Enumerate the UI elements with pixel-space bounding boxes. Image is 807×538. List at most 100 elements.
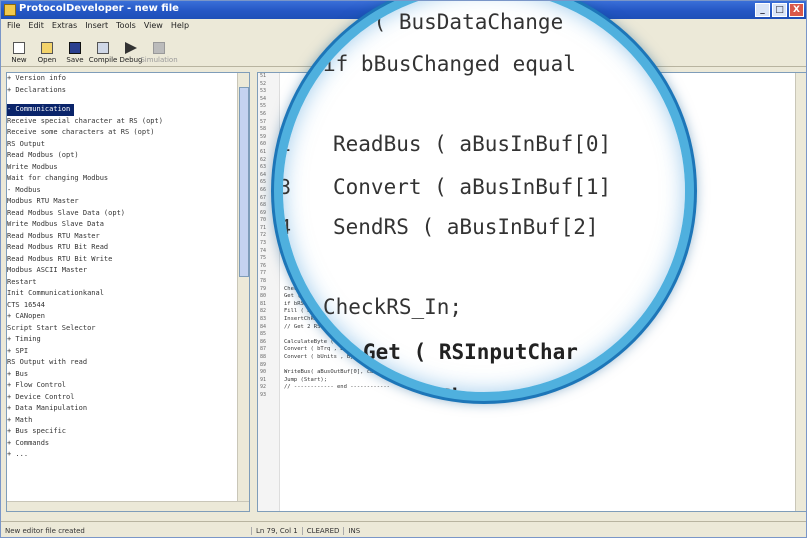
tree-item[interactable]: + Bus specific — [7, 426, 249, 438]
tree-item[interactable]: + Version info — [7, 73, 249, 85]
menu-tools[interactable]: Tools — [116, 19, 136, 33]
tree-item-label: Read Modbus RTU Bit Write — [7, 254, 113, 263]
tree-item-label: CTS 16544 — [7, 300, 45, 309]
menu-insert[interactable]: Insert — [85, 19, 108, 33]
magnified-line-number: 4 — [279, 215, 292, 239]
tree-item-label: Write Modbus Slave Data — [7, 220, 104, 228]
tree-item[interactable]: Receive some characters at RS (opt) — [7, 127, 249, 139]
minimize-button[interactable]: _ — [755, 3, 770, 17]
command-tree[interactable]: + Version info + Declarations - Communicat… — [6, 72, 250, 512]
tree-item-label: - Modbus — [7, 185, 41, 194]
tree-item-label: RS Output with read — [7, 358, 88, 366]
tree-vertical-scrollbar[interactable] — [237, 73, 249, 511]
tree-item[interactable]: + SPI — [7, 346, 249, 358]
tree-item[interactable]: - Communication — [7, 96, 249, 116]
tree-item[interactable]: Wait for changing Modbus — [7, 173, 249, 185]
line-number: 59 — [260, 133, 267, 140]
tree-item[interactable]: + Commands — [7, 438, 249, 450]
tree-horizontal-scrollbar[interactable] — [7, 501, 249, 511]
tree-item[interactable]: + Math — [7, 415, 249, 427]
open-label: Open — [37, 56, 57, 64]
tree-item-label: Read Modbus RTU Bit Read — [7, 243, 109, 251]
tree-item[interactable]: + Data Manipulation — [7, 403, 249, 415]
tree-item[interactable]: RS Output — [7, 139, 249, 151]
tree-rows: + Version info + Declarations - Communicat… — [7, 73, 249, 461]
menu-file[interactable]: File — [7, 19, 20, 33]
tree-item[interactable]: Receive special character at RS (opt) — [7, 116, 249, 128]
close-button[interactable]: X — [789, 3, 804, 17]
tree-item[interactable]: Script Start Selector — [7, 323, 249, 335]
status-position: Ln 79, Col 1 — [251, 526, 302, 535]
magnified-code-line: CheckRS_In; — [323, 295, 463, 319]
tree-item[interactable]: Modbus ASCII Master — [7, 265, 249, 277]
tree-item-label: Receive some characters at RS (opt) — [7, 128, 155, 136]
tree-scroll-thumb[interactable] — [239, 87, 249, 277]
tree-item[interactable]: Read Modbus RTU Bit Write — [7, 254, 249, 266]
tree-item[interactable]: RS Output with read — [7, 357, 249, 369]
tree-item-label: + Device Control — [7, 392, 75, 401]
tree-item[interactable]: Init Communicationkanal — [7, 288, 249, 300]
line-number: 58 — [260, 126, 267, 133]
magnified-code-line: if bBusChanged equal — [323, 52, 576, 76]
tree-item-label: + Bus specific — [7, 427, 67, 435]
line-number: 85 — [260, 331, 267, 338]
magnified-line-number: 2 — [279, 132, 292, 156]
line-number-gutter: 51 52 53 54 55 56 57 58 59 60 61 62 63 64 65 66 67 68 69 70… — [258, 73, 280, 511]
line-number: 82 — [260, 308, 267, 315]
tree-item[interactable]: Read Modbus (opt) — [7, 150, 249, 162]
tree-item[interactable]: + CANopen — [7, 311, 249, 323]
line-number: 56 — [260, 110, 267, 117]
tree-item[interactable]: + Declarations — [7, 85, 249, 97]
line-number: 92 — [260, 384, 267, 391]
tree-item[interactable]: + Flow Control — [7, 380, 249, 392]
tree-item[interactable]: + Device Control — [7, 392, 249, 404]
tree-item[interactable]: Write Modbus Slave Data — [7, 219, 249, 231]
tree-item[interactable]: CTS 16544 — [7, 300, 249, 312]
window-title: ProtocolDeveloper - new file — [19, 3, 179, 14]
menu-view[interactable]: View — [144, 19, 163, 33]
editor-vertical-scrollbar[interactable] — [795, 73, 806, 511]
new-button[interactable]: New — [7, 33, 31, 65]
magnified-code-line: Convert ( aBusInBuf[1] — [333, 175, 612, 199]
save-button[interactable]: Save — [63, 33, 87, 65]
line-number: 81 — [260, 300, 267, 307]
line-number: 60 — [260, 141, 267, 148]
line-number: 86 — [260, 338, 267, 345]
line-number: 79 — [260, 285, 267, 292]
magnified-code-line: SendRS ( aBusInBuf[2] — [333, 215, 599, 239]
menu-edit[interactable]: Edit — [28, 19, 44, 33]
line-number: 93 — [260, 391, 267, 398]
magnified-code-line: Set ( BusDataChange — [323, 10, 564, 34]
tree-item[interactable]: + Timing — [7, 334, 249, 346]
menu-extras[interactable]: Extras — [52, 19, 77, 33]
tree-item[interactable]: Write Modbus — [7, 162, 249, 174]
tree-item[interactable]: Read Modbus Slave Data (opt) — [7, 208, 249, 220]
maximize-button[interactable]: □ — [772, 3, 787, 17]
tree-item[interactable]: Restart — [7, 277, 249, 289]
tree-item-label: Script Start Selector — [7, 323, 96, 332]
tree-item-label: Read Modbus RTU Master — [7, 231, 100, 240]
tree-item[interactable]: + Bus — [7, 369, 249, 381]
line-number: 51 — [260, 73, 267, 79]
magnified-code-line: ReadBus ( aBusInBuf[0] — [333, 132, 612, 156]
tree-item[interactable]: + ... — [7, 449, 249, 461]
open-button[interactable]: Open — [35, 33, 59, 65]
save-disk-icon — [69, 42, 81, 54]
tree-item-label: + Flow Control — [7, 381, 67, 389]
line-number: 91 — [260, 376, 267, 383]
simulation-button[interactable]: Simulation — [140, 33, 178, 65]
compile-button[interactable]: Compile — [89, 33, 117, 65]
app-window: ProtocolDeveloper - new file _ □ X File … — [0, 0, 807, 538]
status-insert-mode: INS — [343, 526, 364, 535]
tree-item-label: + ... — [7, 450, 29, 458]
line-number: 75 — [260, 255, 267, 262]
tree-item[interactable]: Modbus RTU Master — [7, 196, 249, 208]
tree-item[interactable]: Read Modbus RTU Master — [7, 231, 249, 243]
menu-help[interactable]: Help — [171, 19, 189, 33]
tree-item[interactable]: - Modbus — [7, 185, 249, 197]
simulation-icon — [153, 42, 165, 54]
tree-item-label: - Communication — [7, 104, 75, 116]
tree-item[interactable]: Read Modbus RTU Bit Read — [7, 242, 249, 254]
new-file-icon — [13, 42, 25, 54]
